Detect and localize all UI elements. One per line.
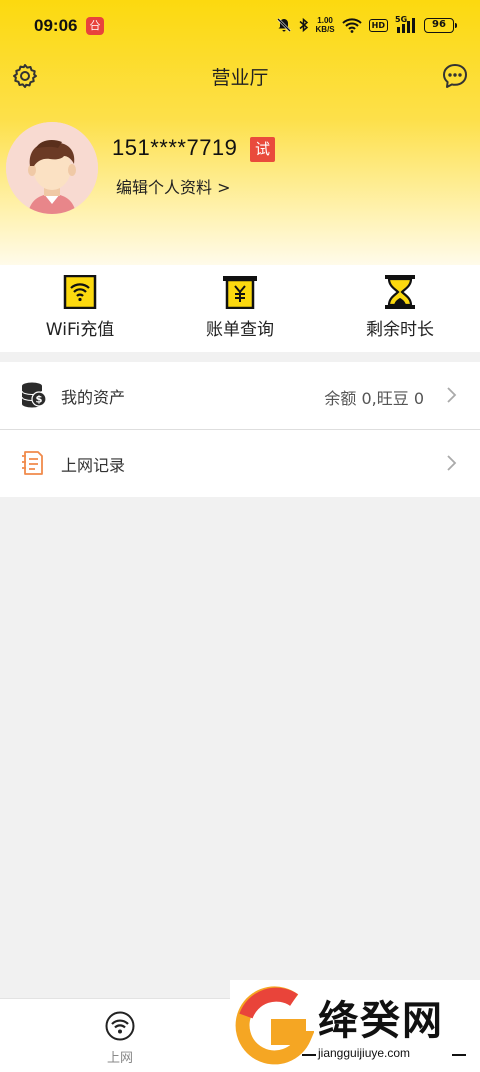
status-icons: 1.00 KB/S HD 5G 96 [276, 15, 457, 34]
menu-item-label: 我的资产 [61, 388, 126, 407]
wifi-icon [105, 1011, 135, 1041]
network-speed: 1.00 KB/S [316, 16, 335, 34]
status-time: 09:06 [34, 16, 78, 35]
trial-badge: 试 [250, 137, 275, 162]
mute-bell-icon [276, 18, 291, 32]
watermark-name: 绛癸网 [318, 998, 444, 1044]
status-bar: 09:06 㕣 1.00 KB/S HD 5G 96 [0, 0, 480, 55]
avatar-illustration [6, 122, 98, 214]
page-title: 营业厅 [211, 67, 269, 89]
network-speed-unit: KB/S [315, 25, 335, 34]
assets-balance: 余额 0,旺豆 0 [324, 389, 424, 408]
app-notification-icon: 㕣 [86, 17, 104, 35]
watermark-rule [452, 1054, 466, 1056]
quick-action-wifi-recharge[interactable]: WiFi充值 [0, 275, 160, 340]
coins-icon: $ [21, 382, 47, 408]
chat-bubble-icon[interactable] [440, 61, 470, 91]
bill-query-icon [223, 276, 257, 309]
chevron-right-icon [447, 387, 457, 403]
quick-action-bill-query[interactable]: 账单查询 [160, 275, 320, 340]
quick-actions: WiFi充值 账单查询 剩余时长 [0, 265, 480, 352]
menu-card: $ 我的资产 余额 0,旺豆 0 上网记录 [0, 362, 480, 497]
edit-profile-link[interactable]: 编辑个人资料 > [116, 174, 231, 198]
quick-action-label: WiFi充值 [45, 320, 115, 340]
phone-number: 151****7719 [112, 135, 238, 160]
tab-internet[interactable]: 上网 [90, 1011, 150, 1066]
quick-action-label: 剩余时长 [366, 320, 434, 340]
watermark: 绛癸网 jiangguijiuye.com [230, 980, 480, 1072]
quick-action-label: 账单查询 [206, 320, 274, 340]
bluetooth-icon [299, 17, 308, 33]
network-speed-value: 1.00 [317, 16, 333, 25]
cellular-signal-icon: 5G [395, 15, 417, 33]
menu-item-label: 上网记录 [61, 456, 126, 475]
wifi-status-icon [341, 18, 362, 33]
wifi-recharge-icon [63, 275, 97, 309]
tab-label: 上网 [106, 1051, 133, 1066]
watermark-logo-icon [235, 986, 314, 1065]
watermark-url: jiangguijiuye.com [318, 1046, 411, 1060]
profile-section: 151****7719 试 编辑个人资料 > [0, 120, 480, 220]
chevron-right-icon [447, 455, 457, 471]
network-type: 5G [395, 15, 408, 24]
svg-text:$: $ [36, 395, 43, 406]
menu-item-my-assets[interactable]: $ 我的资产 余额 0,旺豆 0 [0, 362, 480, 429]
watermark-rule [302, 1054, 316, 1056]
quick-action-remaining-time[interactable]: 剩余时长 [320, 275, 480, 340]
battery-icon: 96 [424, 17, 457, 33]
document-icon [22, 451, 43, 475]
hourglass-icon [385, 275, 415, 309]
hd-badge: HD [368, 18, 388, 32]
menu-item-browsing-history[interactable]: 上网记录 [0, 430, 480, 497]
avatar[interactable] [6, 122, 98, 214]
title-bar: 营业厅 [0, 55, 480, 99]
